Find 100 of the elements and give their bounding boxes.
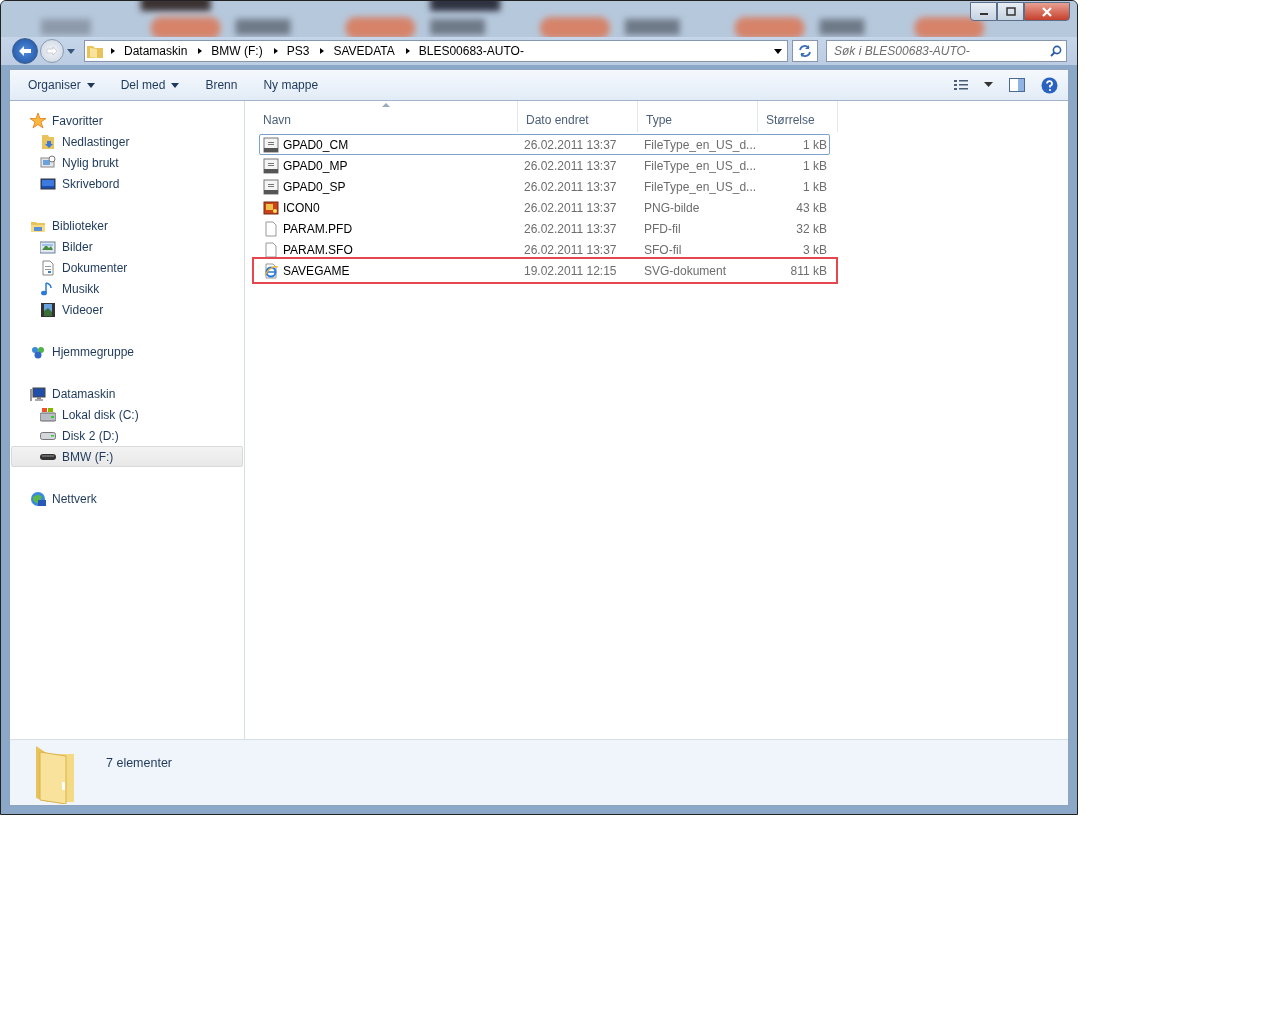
file-date: 19.02.2011 12:15 [524,263,617,278]
web-document-icon [263,262,279,279]
sidebar-item[interactable]: BMW (F:) [11,446,243,467]
toolbar-button[interactable]: Brenn [196,73,247,97]
file-row[interactable]: GPAD0_MP 26.02.2011 13:37 FileType_en_US_d... 1 kB [259,155,830,176]
file-type: FileType_en_US_d... [644,137,757,152]
forward-button[interactable] [40,39,64,63]
file-row[interactable]: GPAD0_CM 26.02.2011 13:37 FileType_en_US_d... 1 kB [259,134,830,155]
breadcrumb[interactable]: PS3 [267,42,315,60]
sidebar-item[interactable]: Hjemmegruppe [11,341,243,362]
minimize-button[interactable] [970,2,997,21]
sidebar-item[interactable]: Bilder [11,236,243,257]
file-name: PARAM.SFO [283,241,353,259]
sidebar-item[interactable]: Dokumenter [11,257,243,278]
file-row[interactable]: SAVEGAME 19.02.2011 12:15 SVG-dokument 811 kB [255,260,835,281]
globe-icon [30,490,46,507]
refresh-button[interactable] [792,40,818,62]
file-size: 811 kB [790,263,827,278]
file-name: GPAD0_CM [283,136,349,154]
file-date: 26.02.2011 13:37 [524,137,617,152]
sidebar-item[interactable]: Skrivebord [11,173,243,194]
close-button[interactable] [1024,2,1070,21]
sidebar-item[interactable]: Datamaskin [11,383,243,404]
file-name: GPAD0_MP [283,157,348,175]
column-header[interactable]: Størrelse [758,101,838,132]
file-type: SFO-fil [644,242,682,257]
file-size: 1 kB [803,179,827,194]
back-button[interactable] [12,38,38,64]
breadcrumb[interactable]: BLES00683-AUTO- [399,42,529,60]
caret-icon [86,82,95,88]
sidebar-item[interactable]: Biblioteker [11,215,243,236]
file-size: 3 kB [803,242,827,257]
sidebar-item[interactable]: Favoritter [11,110,243,131]
recent-icon [40,154,56,171]
star-icon [30,112,46,129]
caret-icon [171,82,180,88]
search-icon [1050,45,1062,57]
file-date: 26.02.2011 13:37 [524,179,617,194]
close-icon [1041,6,1053,17]
desktop-icon [40,175,56,192]
file-name: GPAD0_SP [283,178,346,196]
file-type: PFD-fil [644,221,681,236]
refresh-icon [797,44,813,58]
preview-pane-icon[interactable] [1009,78,1025,92]
chevron-icon [197,47,204,55]
file-row[interactable]: PARAM.SFO 26.02.2011 13:37 SFO-fil 3 kB [259,239,830,260]
file-size: 43 kB [796,200,827,215]
data-file-icon [263,136,279,153]
column-header[interactable]: Dato endret [518,101,638,132]
file-row[interactable]: GPAD0_SP 26.02.2011 13:37 FileType_en_US_d... 1 kB [259,176,830,197]
image-file-icon [263,199,279,216]
sidebar-item[interactable]: Nettverk [11,488,243,509]
file-date: 26.02.2011 13:37 [524,158,617,173]
sidebar-item[interactable]: Disk 2 (D:) [11,425,243,446]
view-list-icon[interactable] [954,79,968,91]
column-header[interactable]: Type [638,101,758,132]
drive-icon [40,452,56,461]
help-icon[interactable] [1041,76,1058,94]
blank-file-icon [263,241,279,258]
file-date: 26.02.2011 13:37 [524,221,617,236]
file-name: ICON0 [283,199,320,217]
computer-icon [30,385,46,402]
file-row[interactable]: ICON0 26.02.2011 13:37 PNG-bilde 43 kB [259,197,830,218]
sidebar-item[interactable]: Nedlastinger [11,131,243,152]
maximize-button[interactable] [997,2,1024,21]
maximize-icon [1005,7,1016,16]
file-size: 32 kB [796,221,827,236]
chevron-icon [319,47,326,55]
pictures-icon [40,238,56,255]
file-type: PNG-bilde [644,200,700,215]
toolbar-button[interactable]: Organiser [19,73,104,97]
document-icon [40,259,56,276]
toolbar-button[interactable]: Del med [111,73,189,97]
column-header[interactable]: Navn [255,101,518,132]
file-date: 26.02.2011 13:37 [524,200,617,215]
caret-icon[interactable] [66,47,76,55]
chevron-icon [272,47,279,55]
sidebar-item[interactable]: Lokal disk (C:) [11,404,243,425]
file-type: FileType_en_US_d... [644,158,757,173]
sidebar-item[interactable]: Nylig brukt [11,152,243,173]
sort-arrow-icon [382,102,390,107]
breadcrumb[interactable]: Datamaskin [105,42,193,60]
film-icon [40,301,56,318]
file-type: FileType_en_US_d... [644,179,757,194]
file-row[interactable]: PARAM.PFD 26.02.2011 13:37 PFD-fil 32 kB [259,218,830,239]
drive-icon [40,431,56,440]
drive-icon [40,406,56,423]
data-file-icon [263,157,279,174]
caret-icon[interactable] [984,82,993,88]
breadcrumb[interactable]: SAVEDATA [314,42,400,60]
sidebar-item[interactable]: Musikk [11,278,243,299]
search-field[interactable]: Søk i BLES00683-AUTO- [826,40,1067,62]
data-file-icon [263,178,279,195]
download-folder-icon [40,133,56,150]
back-arrow-icon [18,45,32,57]
sidebar-item[interactable]: Videoer [11,299,243,320]
breadcrumb[interactable]: BMW (F:) [192,42,268,60]
item-count: 7 elementer [106,755,172,772]
file-size: 1 kB [803,158,827,173]
toolbar-button[interactable]: Ny mappe [254,73,328,97]
